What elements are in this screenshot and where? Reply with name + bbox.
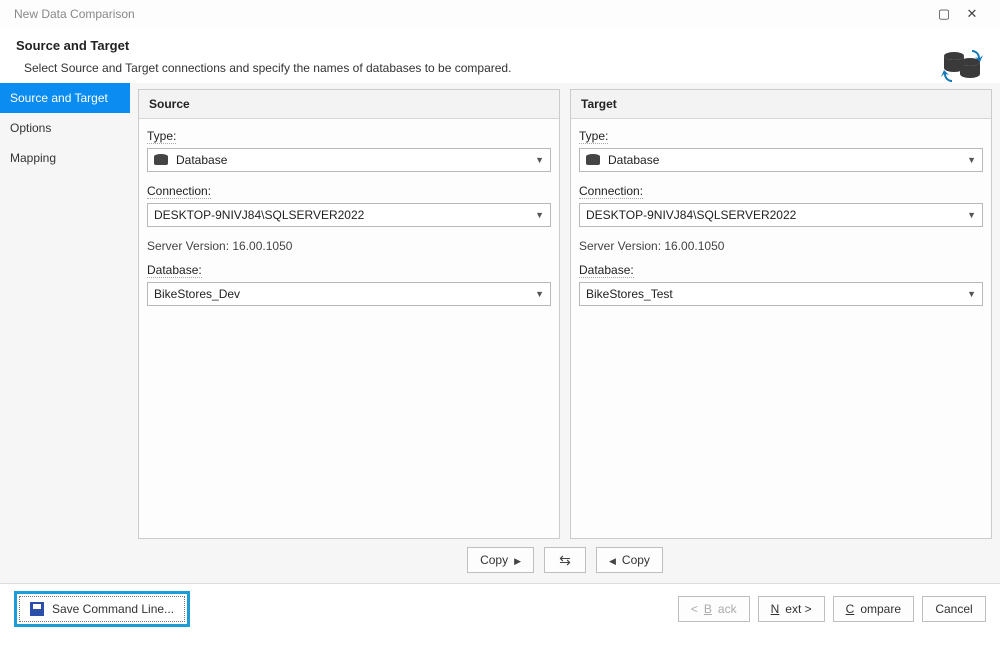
copy-to-target-button[interactable]: Copy — [467, 547, 534, 573]
chevron-down-icon: ▼ — [535, 289, 544, 299]
target-type-label: Type: — [579, 129, 608, 144]
arrow-left-icon — [609, 553, 616, 567]
save-icon — [30, 602, 44, 616]
target-connection-value: DESKTOP-9NIVJ84\SQLSERVER2022 — [586, 208, 959, 222]
compare-button[interactable]: CompareCompare — [833, 596, 914, 622]
target-database-value: BikeStores_Test — [586, 287, 959, 301]
source-connection-label: Connection: — [147, 184, 211, 199]
target-type-combo[interactable]: Database ▼ — [579, 148, 983, 172]
database-icon — [586, 154, 600, 166]
target-panel: Target Type: Database ▼ Connection: DE — [570, 89, 992, 539]
source-database-value: BikeStores_Dev — [154, 287, 527, 301]
source-type-label: Type: — [147, 129, 176, 144]
copy-row: Copy Copy — [138, 539, 992, 577]
header: Source and Target Select Source and Targ… — [0, 28, 1000, 83]
source-database-label: Database: — [147, 263, 202, 278]
save-command-line-button[interactable]: Save Command Line... — [19, 596, 185, 622]
copy-to-source-button[interactable]: Copy — [596, 547, 663, 573]
source-type-value: Database — [176, 153, 527, 167]
close-button[interactable]: ✕ — [958, 6, 986, 22]
chevron-down-icon: ▼ — [535, 210, 544, 220]
chevron-down-icon: ▼ — [967, 210, 976, 220]
database-icon — [154, 154, 168, 166]
chevron-down-icon: ▼ — [535, 155, 544, 165]
copy-left-label: Copy — [622, 553, 650, 567]
source-type-combo[interactable]: Database ▼ — [147, 148, 551, 172]
swap-button[interactable] — [544, 547, 586, 573]
footer: Save Command Line... < BBackack Next >Ne… — [0, 583, 1000, 633]
maximize-button[interactable]: ▢ — [930, 6, 958, 22]
chevron-down-icon: ▼ — [967, 155, 976, 165]
source-panel: Source Type: Database ▼ Connection: DE — [138, 89, 560, 539]
target-server-version: Server Version: 16.00.1050 — [579, 239, 983, 253]
compare-databases-icon — [940, 44, 984, 87]
chevron-down-icon: ▼ — [967, 289, 976, 299]
page-description: Select Source and Target connections and… — [16, 61, 984, 75]
source-connection-value: DESKTOP-9NIVJ84\SQLSERVER2022 — [154, 208, 527, 222]
copy-right-label: Copy — [480, 553, 508, 567]
target-panel-header: Target — [571, 90, 991, 119]
source-server-version: Server Version: 16.00.1050 — [147, 239, 551, 253]
target-type-value: Database — [608, 153, 959, 167]
source-connection-combo[interactable]: DESKTOP-9NIVJ84\SQLSERVER2022 ▼ — [147, 203, 551, 227]
window-title: New Data Comparison — [14, 7, 135, 21]
next-button[interactable]: Next >Next — [758, 596, 825, 622]
panels: Source Type: Database ▼ Connection: DE — [138, 89, 992, 539]
sidebar-item-source-and-target[interactable]: Source and Target — [0, 83, 130, 113]
content: Source Type: Database ▼ Connection: DE — [130, 83, 1000, 583]
save-command-line-label: Save Command Line... — [52, 602, 174, 616]
sidebar: Source and Target Options Mapping — [0, 83, 130, 583]
arrow-right-icon — [514, 553, 521, 567]
back-button[interactable]: < BBackack — [678, 596, 750, 622]
target-database-label: Database: — [579, 263, 634, 278]
target-database-combo[interactable]: BikeStores_Test ▼ — [579, 282, 983, 306]
body: Source and Target Options Mapping Source… — [0, 83, 1000, 583]
target-connection-label: Connection: — [579, 184, 643, 199]
titlebar: New Data Comparison ▢ ✕ — [0, 0, 1000, 28]
save-command-line-highlight: Save Command Line... — [14, 591, 190, 627]
cancel-button[interactable]: Cancel — [922, 596, 986, 622]
sidebar-item-mapping[interactable]: Mapping — [0, 143, 130, 173]
target-connection-combo[interactable]: DESKTOP-9NIVJ84\SQLSERVER2022 ▼ — [579, 203, 983, 227]
swap-icon — [559, 552, 571, 569]
page-title: Source and Target — [16, 38, 984, 53]
sidebar-item-options[interactable]: Options — [0, 113, 130, 143]
source-database-combo[interactable]: BikeStores_Dev ▼ — [147, 282, 551, 306]
source-panel-header: Source — [139, 90, 559, 119]
